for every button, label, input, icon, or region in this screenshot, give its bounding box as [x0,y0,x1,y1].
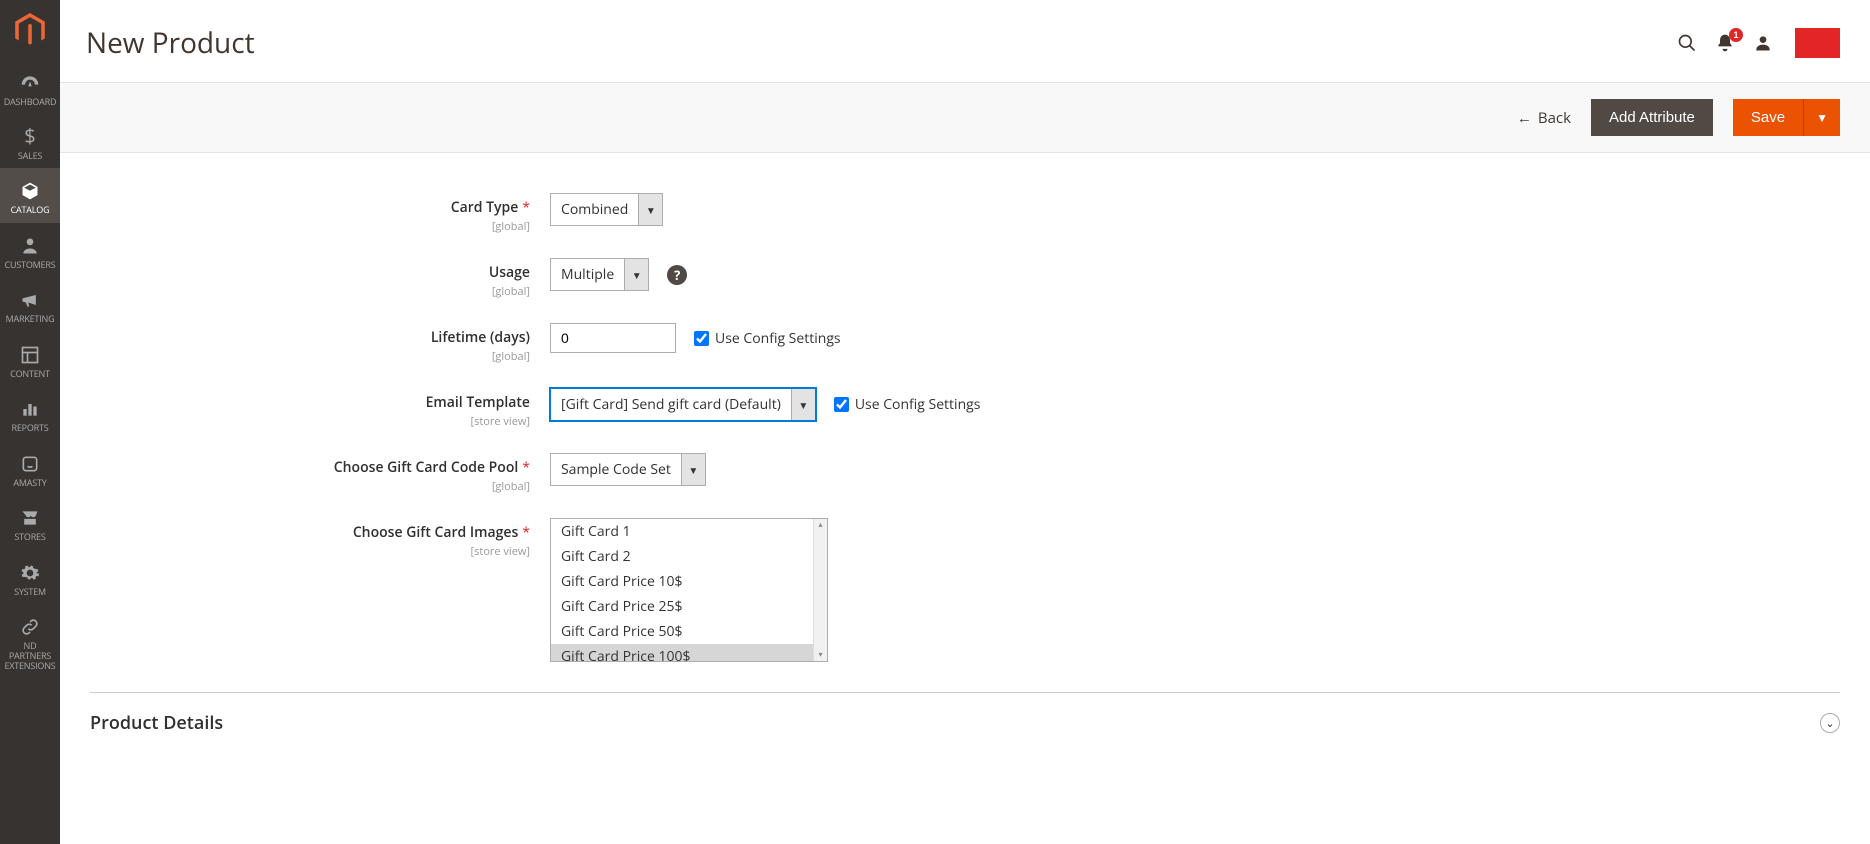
email-template-use-config-checkbox[interactable] [834,397,849,412]
user-menu[interactable] [1795,28,1840,58]
help-icon[interactable]: ? [667,265,687,285]
chart-icon [2,397,58,420]
chevron-down-icon: ▼ [791,389,815,420]
chevron-down-icon: ▼ [638,194,662,225]
usage-label: Usage [489,263,530,282]
lifetime-input[interactable] [550,323,676,353]
nav-label: CATALOG [11,203,50,216]
gauge-icon [2,70,58,93]
nav-stores[interactable]: STORES [0,496,60,551]
required-marker: * [522,458,530,477]
lifetime-use-config-checkbox[interactable] [694,331,709,346]
nav-label: SALES [18,149,42,162]
usage-select[interactable]: Multiple ▼ [550,258,649,291]
scrollbar[interactable]: ▴ ▾ [813,519,827,661]
product-details-section: Product Details [90,711,223,735]
megaphone-icon [2,287,58,310]
use-config-label: Use Config Settings [855,395,981,414]
card-type-scope: [global] [90,219,530,234]
page-title: New Product [86,24,1677,62]
images-label: Choose Gift Card Images [353,523,518,542]
nav-label: AMASTY [13,476,46,489]
email-template-use-config[interactable]: Use Config Settings [834,395,981,414]
email-template-scope: [store view] [90,414,530,429]
required-marker: * [522,523,530,542]
nav-label: CUSTOMERS [5,258,56,271]
code-pool-select[interactable]: Sample Code Set ▼ [550,453,706,486]
magento-logo[interactable] [0,0,60,60]
user-icon[interactable] [1753,32,1773,55]
action-toolbar: ← Back Add Attribute Save ▼ [60,82,1870,153]
nav-partners[interactable]: ND PARTNERS EXTENSIONS [0,605,60,679]
back-label: Back [1538,108,1571,128]
nav-amasty[interactable]: AMASTY [0,441,60,496]
code-pool-value: Sample Code Set [551,454,681,485]
nav-catalog[interactable]: CATALOG [0,168,60,223]
add-attribute-button[interactable]: Add Attribute [1591,99,1713,136]
lifetime-scope: [global] [90,349,530,364]
nav-system[interactable]: SYSTEM [0,550,60,605]
chevron-down-icon: ▼ [681,454,705,485]
back-button[interactable]: ← Back [1517,108,1571,128]
nav-reports[interactable]: REPORTS [0,387,60,442]
list-item[interactable]: Gift Card Price 50$ [551,619,827,644]
images-scope: [store view] [90,544,530,559]
nav-label: DASHBOARD [4,95,57,108]
nav-marketing[interactable]: MARKETING [0,277,60,332]
email-template-select[interactable]: [Gift Card] Send gift card (Default) ▼ [550,388,816,421]
amasty-icon [2,451,58,474]
person-icon [2,233,58,256]
email-template-label: Email Template [426,393,530,412]
scroll-down-icon[interactable]: ▾ [814,649,827,661]
list-item[interactable]: Gift Card 2 [551,544,827,569]
nav-label: CONTENT [10,367,50,380]
email-template-value: [Gift Card] Send gift card (Default) [551,389,791,420]
nav-label: STORES [14,530,45,543]
search-icon[interactable] [1677,32,1697,55]
nav-label: MARKETING [6,312,55,325]
card-type-label: Card Type [451,198,519,217]
list-item[interactable]: Gift Card Price 25$ [551,594,827,619]
save-button[interactable]: Save [1733,99,1803,136]
scroll-up-icon[interactable]: ▴ [814,519,827,531]
nav-label: SYSTEM [14,585,46,598]
nav-content[interactable]: CONTENT [0,332,60,387]
use-config-label: Use Config Settings [715,329,841,348]
store-icon [2,506,58,529]
collapse-toggle[interactable]: ⌄ [1820,713,1840,733]
save-button-group: Save ▼ [1733,99,1840,136]
layout-icon [2,342,58,365]
nav-label: ND PARTNERS EXTENSIONS [4,639,55,672]
required-marker: * [522,198,530,217]
notifications-icon[interactable]: 1 [1715,32,1735,55]
lifetime-use-config[interactable]: Use Config Settings [694,329,841,348]
usage-value: Multiple [551,259,624,290]
code-pool-scope: [global] [90,479,530,494]
chevron-down-icon: ⌄ [1825,716,1834,731]
nav-customers[interactable]: CUSTOMERS [0,223,60,278]
list-item[interactable]: Gift Card 1 [551,519,827,544]
lifetime-label: Lifetime (days) [431,328,530,347]
code-pool-label: Choose Gift Card Code Pool [334,458,519,477]
nav-label: REPORTS [11,421,48,434]
card-type-select[interactable]: Combined ▼ [550,193,663,226]
card-type-value: Combined [551,194,638,225]
nav-dashboard[interactable]: DASHBOARD [0,60,60,115]
chevron-down-icon: ▼ [624,259,648,290]
gear-icon [2,560,58,583]
link-icon [2,615,58,638]
admin-sidebar: DASHBOARD $ SALES CATALOG CUSTOMERS MARKE… [0,0,60,844]
list-item[interactable]: Gift Card Price 10$ [551,569,827,594]
nav-sales[interactable]: $ SALES [0,115,60,169]
list-item[interactable]: Gift Card Price 100$ [551,644,827,661]
notification-badge: 1 [1729,28,1743,42]
save-dropdown-toggle[interactable]: ▼ [1803,99,1840,136]
usage-scope: [global] [90,284,530,299]
dollar-icon: $ [2,125,58,147]
cube-icon [2,178,58,201]
arrow-left-icon: ← [1517,108,1532,128]
images-listbox[interactable]: Gift Card 1 Gift Card 2 Gift Card Price … [550,518,828,662]
